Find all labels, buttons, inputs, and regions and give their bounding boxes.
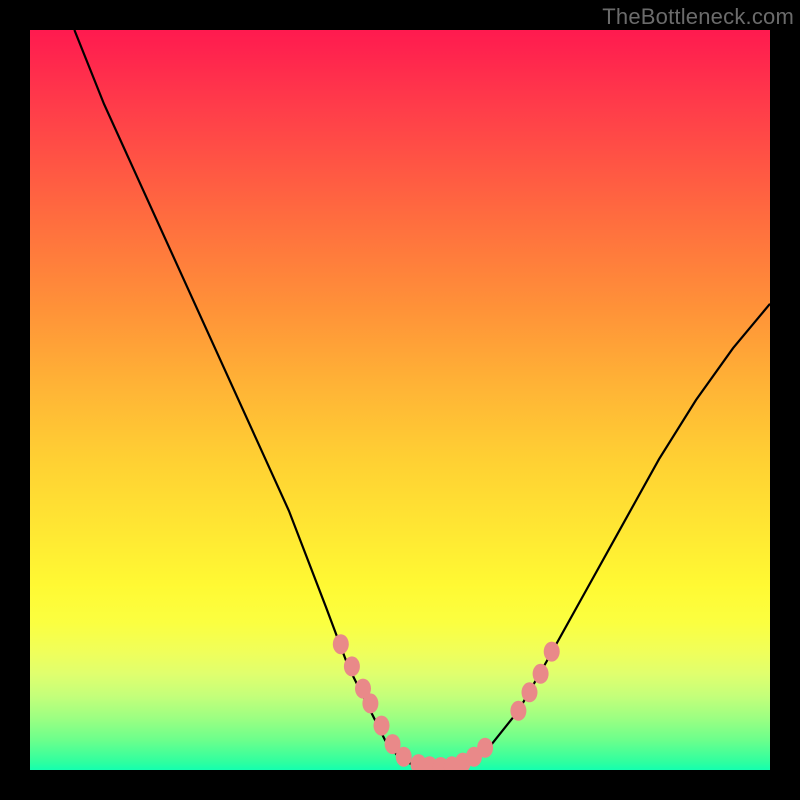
background-gradient (30, 30, 770, 770)
watermark-text: TheBottleneck.com (602, 4, 794, 30)
chart-frame: TheBottleneck.com (0, 0, 800, 800)
plot-area (30, 30, 770, 770)
